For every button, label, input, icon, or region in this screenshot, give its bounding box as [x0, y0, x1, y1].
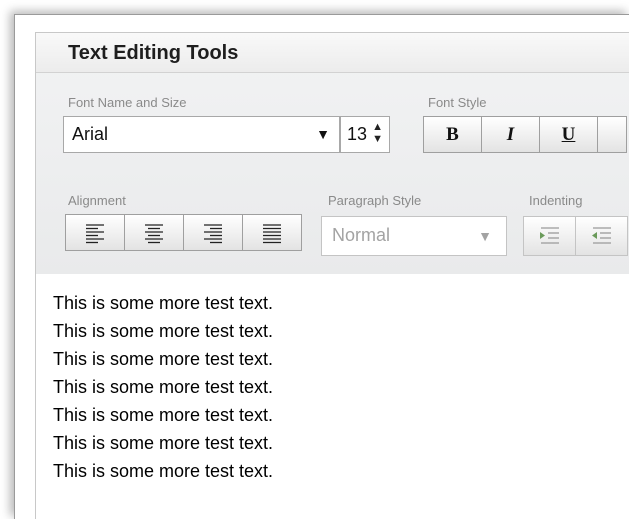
- font-name-size-label: Font Name and Size: [68, 95, 187, 110]
- text-line: This is some more test text.: [53, 349, 274, 369]
- alignment-buttons: [65, 214, 302, 251]
- editor-content-area[interactable]: This is some more test text. This is som…: [35, 274, 629, 519]
- text-line: This is some more test text.: [53, 433, 274, 453]
- align-center-icon: [145, 223, 163, 243]
- spinner-arrows-icon[interactable]: ▲ ▼: [372, 121, 383, 145]
- indenting-label: Indenting: [529, 193, 583, 208]
- align-center-button[interactable]: [124, 214, 184, 251]
- font-name-value: Arial: [72, 124, 109, 144]
- indent-increase-icon: [539, 227, 559, 244]
- paragraph-style-label: Paragraph Style: [328, 193, 422, 208]
- alignment-label: Alignment: [68, 193, 126, 208]
- align-justify-button[interactable]: [242, 214, 302, 251]
- editor-window: Text Editing Tools Font Name and Size Ar…: [14, 14, 629, 519]
- toolbar-title: Text Editing Tools: [68, 42, 239, 64]
- font-style-label: Font Style: [428, 95, 487, 110]
- indent-decrease-button[interactable]: [575, 216, 628, 256]
- chevron-down-icon: ▼: [478, 228, 492, 244]
- text-line: This is some more test text.: [53, 321, 274, 341]
- chevron-down-icon: ▼: [316, 126, 330, 142]
- align-right-icon: [204, 223, 222, 243]
- indenting-buttons: [523, 216, 628, 256]
- toolbar-header: Text Editing Tools: [36, 33, 629, 73]
- italic-button[interactable]: I: [481, 116, 540, 153]
- paragraph-style-value: Normal: [332, 225, 391, 245]
- align-left-button[interactable]: [65, 214, 125, 251]
- italic-icon: I: [506, 123, 515, 145]
- paragraph-style-select[interactable]: Normal ▼: [321, 216, 507, 256]
- align-right-button[interactable]: [183, 214, 243, 251]
- align-justify-icon: [263, 223, 281, 243]
- font-style-buttons: B I U: [423, 116, 627, 153]
- font-size-value: 13: [347, 124, 368, 144]
- text-line: This is some more test text.: [53, 293, 274, 313]
- align-left-icon: [86, 223, 104, 243]
- bold-icon: B: [446, 123, 459, 145]
- font-size-stepper[interactable]: 13 ▲ ▼: [340, 116, 390, 153]
- text-line: This is some more test text.: [53, 377, 274, 397]
- underline-icon: U: [561, 123, 576, 145]
- font-name-select[interactable]: Arial ▼: [63, 116, 340, 153]
- underline-button[interactable]: U: [539, 116, 598, 153]
- bold-button[interactable]: B: [423, 116, 482, 153]
- indent-decrease-icon: [591, 227, 611, 244]
- indent-increase-button[interactable]: [523, 216, 576, 256]
- more-style-button[interactable]: [597, 116, 627, 153]
- text-line: This is some more test text.: [53, 461, 274, 481]
- text-line: This is some more test text.: [53, 405, 274, 425]
